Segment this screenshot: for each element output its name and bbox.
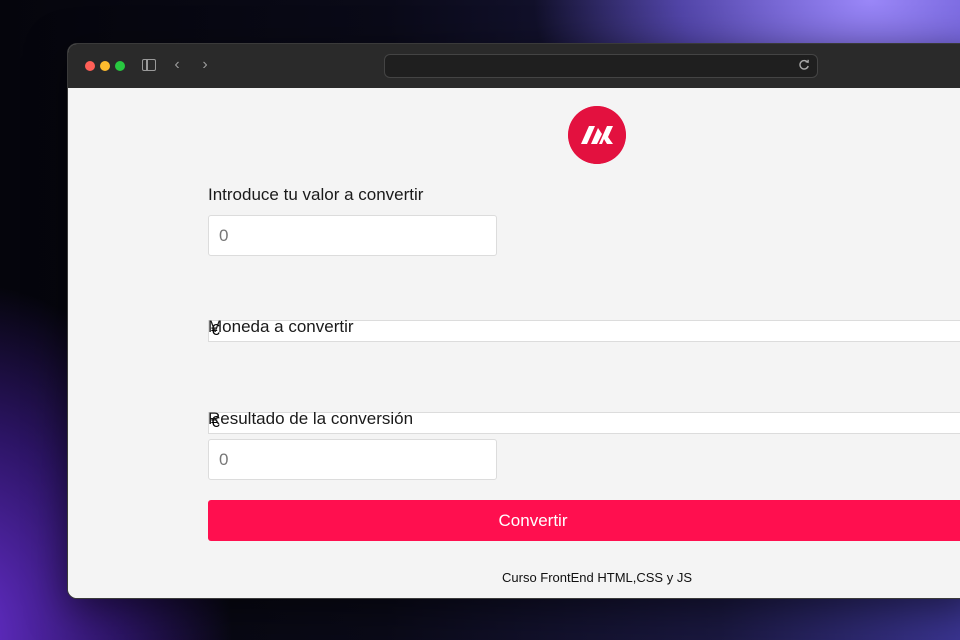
- browser-titlebar: ‹ ›: [68, 44, 960, 88]
- desktop-background: ‹ › Introduce tu valor a convertir € Mon…: [0, 0, 960, 640]
- target-currency-label: Moneda a convertir: [208, 317, 354, 336]
- browser-window: ‹ › Introduce tu valor a convertir € Mon…: [67, 43, 960, 599]
- result-label: Resultado de la conversión: [208, 409, 414, 428]
- address-bar[interactable]: [384, 54, 818, 78]
- chevron-right-icon[interactable]: ›: [197, 56, 213, 74]
- result-output[interactable]: [208, 439, 497, 480]
- sidebar-icon[interactable]: [142, 59, 156, 71]
- amount-label: Introduce tu valor a convertir: [208, 185, 424, 204]
- chevron-left-icon[interactable]: ‹: [169, 56, 185, 74]
- brand-logo: [568, 106, 626, 164]
- close-window-button[interactable]: [85, 61, 95, 71]
- maximize-window-button[interactable]: [115, 61, 125, 71]
- page-content: Introduce tu valor a convertir € Moneda …: [68, 88, 960, 598]
- convert-button[interactable]: Convertir: [208, 500, 960, 541]
- reload-icon[interactable]: [797, 58, 811, 72]
- amount-input[interactable]: [208, 215, 497, 256]
- footer-text: Curso FrontEnd HTML,CSS y JS: [502, 570, 692, 585]
- minimize-window-button[interactable]: [100, 61, 110, 71]
